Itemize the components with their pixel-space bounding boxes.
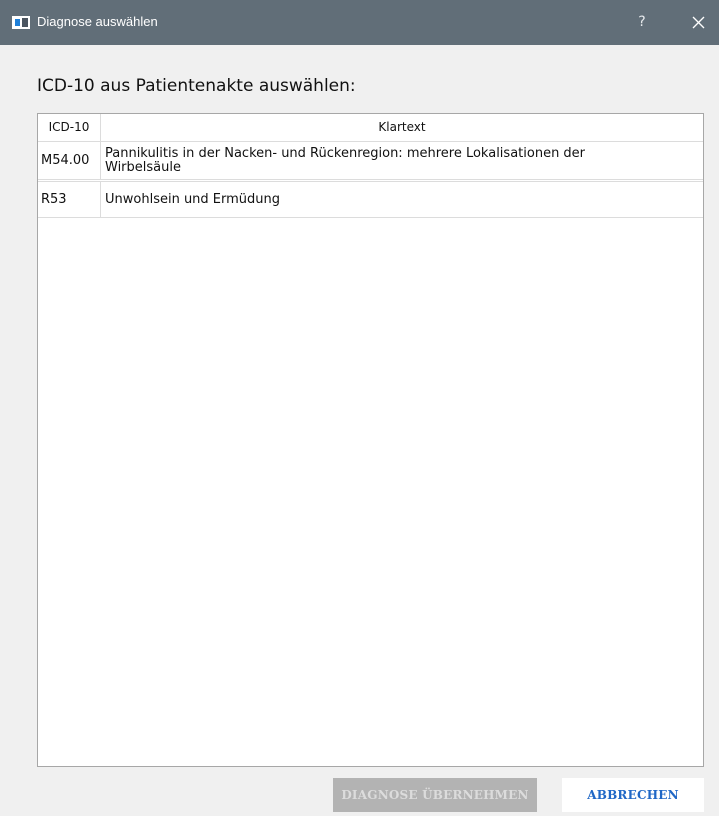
window-titlebar[interactable]: Diagnose auswählen ?	[0, 0, 719, 45]
selection-prompt: ICD-10 aus Patientenakte auswählen:	[37, 76, 356, 96]
help-button[interactable]: ?	[632, 12, 652, 32]
column-header-klartext[interactable]: Klartext	[101, 114, 703, 141]
close-icon	[692, 16, 705, 29]
table-header: ICD-10 Klartext	[38, 114, 703, 141]
window-app-icon	[12, 16, 30, 29]
table-row[interactable]: R53 Unwohlsein und Ermüdung	[38, 181, 703, 218]
cell-klartext: Pannikulitis in der Nacken- und Rückenre…	[105, 145, 586, 175]
diagnosis-table[interactable]: ICD-10 Klartext M54.00 Pannikulitis in d…	[37, 113, 704, 767]
cell-klartext: Unwohlsein und Ermüdung	[105, 191, 281, 207]
cancel-button[interactable]: ABBRECHEN	[562, 778, 704, 812]
window-title: Diagnose auswählen	[37, 14, 158, 29]
cell-icd: R53	[38, 182, 101, 217]
close-button[interactable]	[686, 12, 710, 34]
cell-icd: M54.00	[38, 142, 101, 179]
column-header-icd[interactable]: ICD-10	[38, 114, 101, 141]
apply-diagnosis-button[interactable]: DIAGNOSE ÜBERNEHMEN	[333, 778, 537, 812]
table-row[interactable]: M54.00 Pannikulitis in der Nacken- und R…	[38, 141, 703, 180]
